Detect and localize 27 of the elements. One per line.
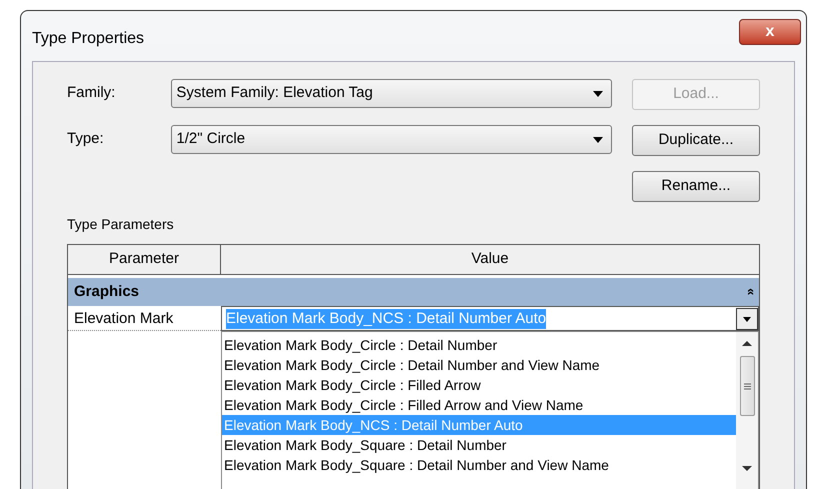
- list-item[interactable]: Elevation Mark Body_Square : Detail Number and View Name: [222, 455, 736, 475]
- scroll-up-icon[interactable]: [742, 340, 752, 346]
- list-item[interactable]: Elevation Mark Body_Circle : Filled Arrow: [222, 375, 736, 395]
- dialog-button[interactable]: Rename...: [632, 171, 760, 202]
- group-header[interactable]: Graphics »: [68, 278, 759, 306]
- dropdown[interactable]: 1/2" Circle: [171, 125, 612, 154]
- collapse-icon[interactable]: »: [740, 288, 760, 296]
- column-header[interactable]: Value: [221, 245, 759, 274]
- scrollbar[interactable]: [736, 332, 758, 489]
- list-item[interactable]: Elevation Mark Body_Circle : Detail Number: [222, 335, 736, 355]
- list-item[interactable]: Elevation Mark Body_Circle : Filled Arrow and View Name: [222, 395, 736, 415]
- group-title: Graphics: [74, 282, 140, 302]
- scroll-down-icon[interactable]: [742, 466, 752, 472]
- grip-icon: [744, 382, 750, 390]
- dropdown[interactable]: System Family: Elevation Tag: [171, 79, 612, 108]
- column-header[interactable]: Parameter: [68, 245, 221, 274]
- list-item[interactable]: Elevation Mark Body_Square : Detail Number: [222, 435, 736, 455]
- dropdown-arrow-icon: [593, 90, 603, 96]
- dialog-button[interactable]: Duplicate...: [632, 125, 760, 156]
- selected-value: Elevation Mark Body_NCS : Detail Number Auto: [226, 308, 546, 328]
- window-title: Type Properties: [32, 29, 144, 49]
- dropdown-arrow-icon: [593, 136, 603, 142]
- field-label: Type:: [67, 129, 105, 150]
- section-label: Type Parameters: [67, 215, 175, 234]
- field-label: Family:: [67, 83, 116, 104]
- scrollbar-thumb[interactable]: [740, 356, 754, 416]
- list-item[interactable]: Elevation Mark Body_Circle : Detail Number and View Name: [222, 355, 736, 375]
